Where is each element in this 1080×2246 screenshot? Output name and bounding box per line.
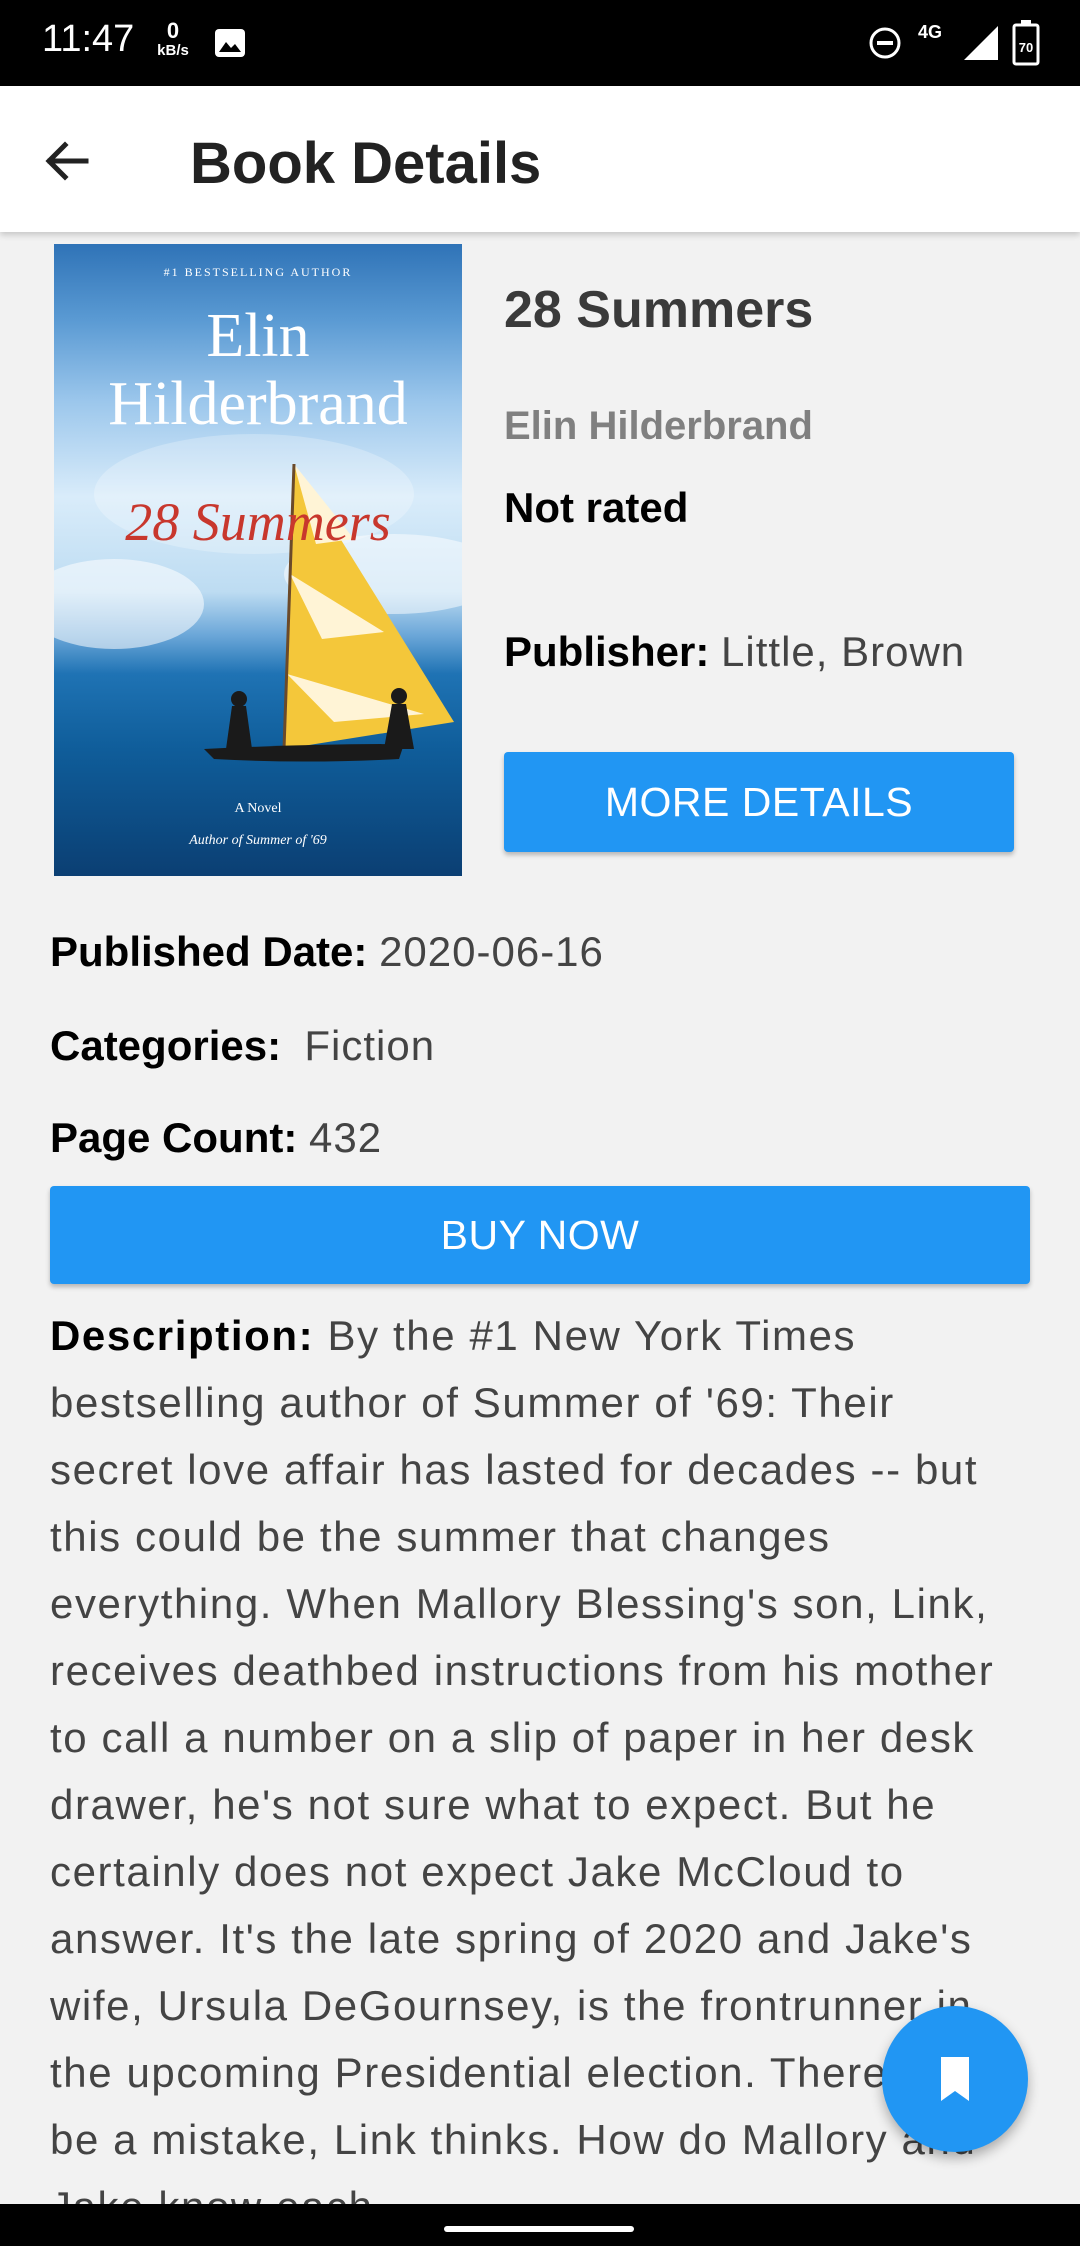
publisher-label: Publisher:: [504, 628, 710, 675]
book-title: 28 Summers: [504, 281, 814, 339]
system-navigation-bar: [0, 2204, 1080, 2246]
net-speed-value: 0: [166, 18, 180, 43]
categories-value: Fiction: [304, 1022, 436, 1069]
book-author: Elin Hilderbrand: [504, 404, 813, 448]
bookmark-fab[interactable]: [882, 2006, 1028, 2152]
battery-level: 70: [1019, 40, 1033, 55]
bookmark-icon: [941, 2057, 969, 2101]
categories-row: Categories: Fiction: [50, 1022, 435, 1070]
signal-icon: [964, 26, 998, 60]
battery-icon: 70: [1012, 20, 1040, 66]
cover-author-first: Elin: [206, 302, 309, 370]
published-date-row: Published Date: 2020-06-16: [50, 928, 604, 976]
description-label: Description:: [50, 1312, 315, 1359]
page-count-label: Page Count:: [50, 1114, 298, 1161]
do-not-disturb-icon: [869, 27, 901, 59]
description-text: By the #1 New York Times bestselling aut…: [50, 1312, 997, 2230]
status-bar: 11:47 0 kB/s 4G 70: [0, 0, 1080, 86]
back-arrow-icon[interactable]: [34, 128, 100, 194]
network-type: 4G: [918, 22, 943, 42]
buy-now-button[interactable]: BUY NOW: [50, 1186, 1030, 1284]
net-speed-unit: kB/s: [157, 42, 189, 59]
cover-title: 28 Summers: [125, 492, 391, 552]
home-gesture-handle[interactable]: [444, 2226, 634, 2232]
net-speed-indicator: 0 kB/s: [156, 18, 190, 60]
page-count-value: 432: [309, 1114, 383, 1161]
cover-byline: Author of Summer of '69: [188, 833, 327, 848]
published-date-value: 2020-06-16: [379, 928, 604, 975]
cover-novel-line: A Novel: [234, 801, 281, 816]
book-rating: Not rated: [504, 484, 689, 531]
description: Description: By the #1 New York Times be…: [50, 1302, 1020, 2240]
publisher-row: Publisher: Little, Brown: [504, 628, 965, 676]
publisher-value: Little, Brown: [721, 628, 966, 675]
book-cover-image: #1 BESTSELLING AUTHOR Elin Hilderbrand 2…: [54, 244, 462, 876]
published-date-label: Published Date:: [50, 928, 368, 975]
status-time: 11:47: [42, 18, 135, 60]
app-bar: Book Details: [0, 86, 1080, 232]
more-details-button[interactable]: MORE DETAILS: [504, 752, 1014, 852]
cover-top-line: #1 BESTSELLING AUTHOR: [164, 265, 353, 279]
page-title: Book Details: [190, 131, 542, 196]
categories-label: Categories:: [50, 1022, 282, 1069]
image-notification-icon: [215, 29, 245, 57]
page-count-row: Page Count: 432: [50, 1114, 382, 1162]
cover-author-last: Hilderbrand: [108, 370, 408, 438]
